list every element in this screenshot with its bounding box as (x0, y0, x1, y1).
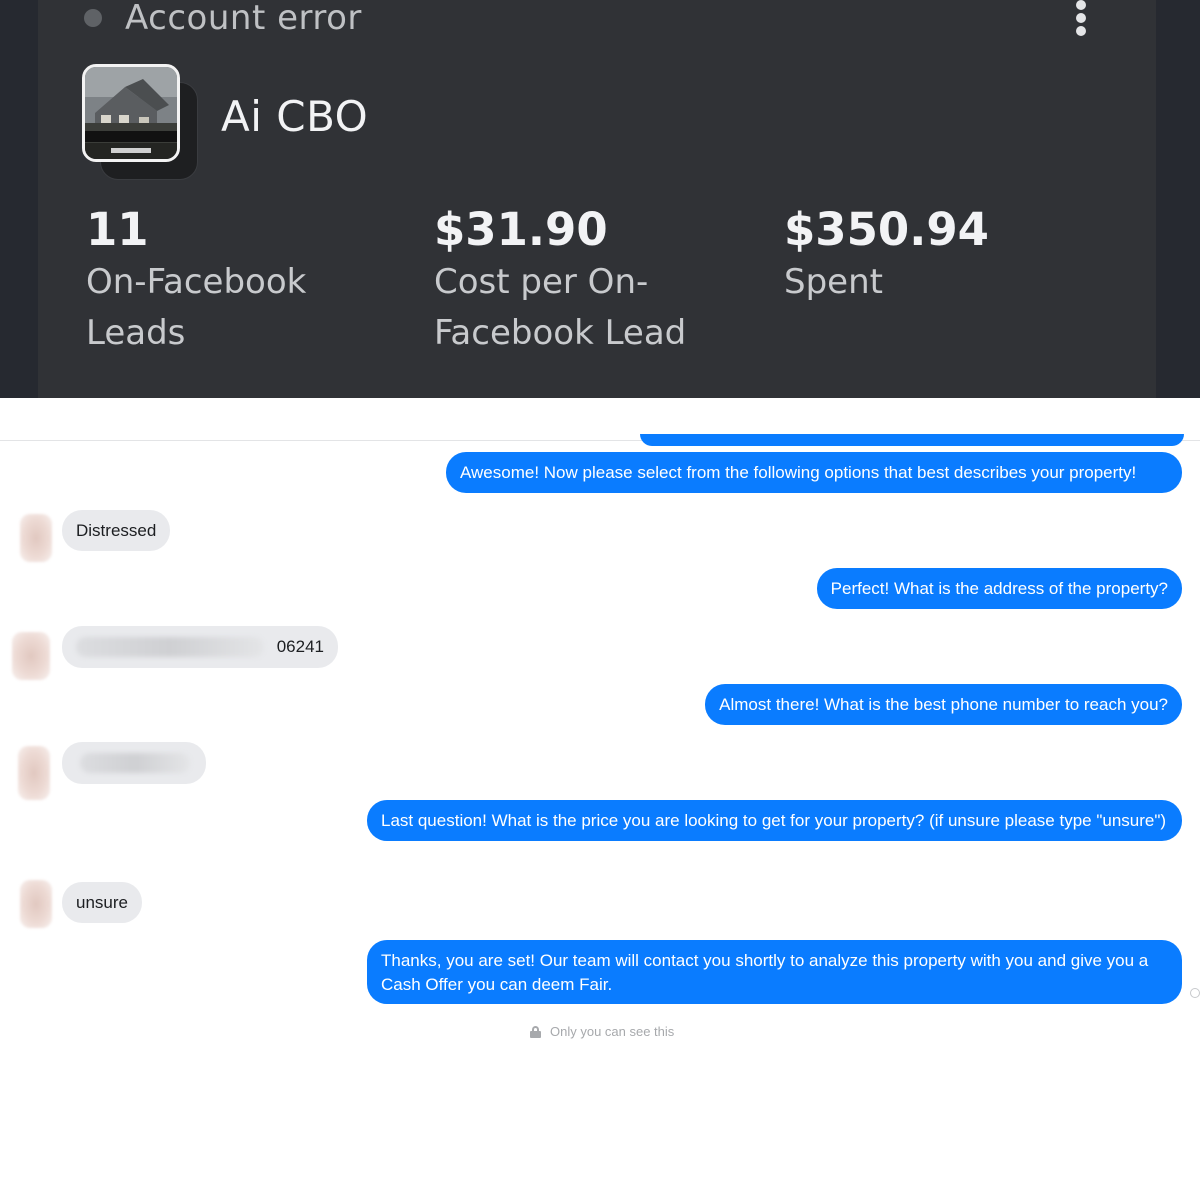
metric-value: 11 (86, 203, 149, 256)
seen-indicator-icon (1190, 988, 1200, 998)
metric-label: Spent (784, 262, 883, 302)
status-dot-icon (84, 9, 102, 27)
user-avatar (12, 632, 50, 680)
status-text: Account error (125, 0, 362, 38)
message-bubble-outgoing[interactable]: Perfect! What is the address of the prop… (816, 568, 1182, 609)
chat-thread[interactable]: Awesome! Now please select from the foll… (0, 398, 1200, 1187)
message-bubble-outgoing[interactable]: Almost there! What is the best phone num… (705, 684, 1182, 725)
ad-campaign-panel: Account error Ai CBO 11 On-Facebook Lead… (0, 0, 1200, 398)
user-avatar (20, 514, 52, 562)
redacted-text (80, 753, 190, 773)
delivery-status: Account error (84, 0, 362, 38)
message-bubble-incoming[interactable]: Distressed (62, 510, 171, 551)
message-bubble-incoming[interactable]: unsure (62, 882, 142, 923)
metric-label: On-Facebook Leads (86, 262, 307, 353)
more-options-icon[interactable] (1068, 0, 1094, 38)
campaign-name[interactable]: Ai CBO (221, 92, 368, 141)
message-bubble-partial (640, 434, 1184, 446)
metric-value: $31.90 (434, 203, 608, 256)
message-bubble-outgoing[interactable]: Awesome! Now please select from the foll… (446, 452, 1182, 493)
message-bubble-incoming-redacted[interactable] (62, 742, 206, 784)
metric-spent: $350.94 Spent (784, 200, 1084, 308)
message-bubble-incoming-redacted[interactable]: 06241 (62, 626, 338, 668)
metric-label: Cost per On-Facebook Lead (434, 262, 687, 353)
metric-cost-per-lead: $31.90 Cost per On-Facebook Lead (434, 200, 734, 359)
user-avatar (18, 746, 50, 800)
thumbnail-image (82, 64, 180, 162)
redacted-text (76, 637, 264, 657)
private-note-text: Only you can see this (550, 1024, 675, 1039)
private-note: Only you can see this (530, 1024, 674, 1039)
ad-thumbnail[interactable] (82, 64, 200, 182)
user-avatar (20, 880, 52, 928)
lock-icon (530, 1025, 541, 1038)
message-bubble-outgoing[interactable]: Thanks, you are set! Our team will conta… (367, 940, 1182, 1004)
message-text: 06241 (276, 637, 324, 656)
message-bubble-outgoing[interactable]: Last question! What is the price you are… (367, 800, 1182, 841)
metric-value: $350.94 (784, 203, 989, 256)
house-photo-icon (85, 67, 177, 159)
metric-leads: 11 On-Facebook Leads (86, 200, 386, 359)
